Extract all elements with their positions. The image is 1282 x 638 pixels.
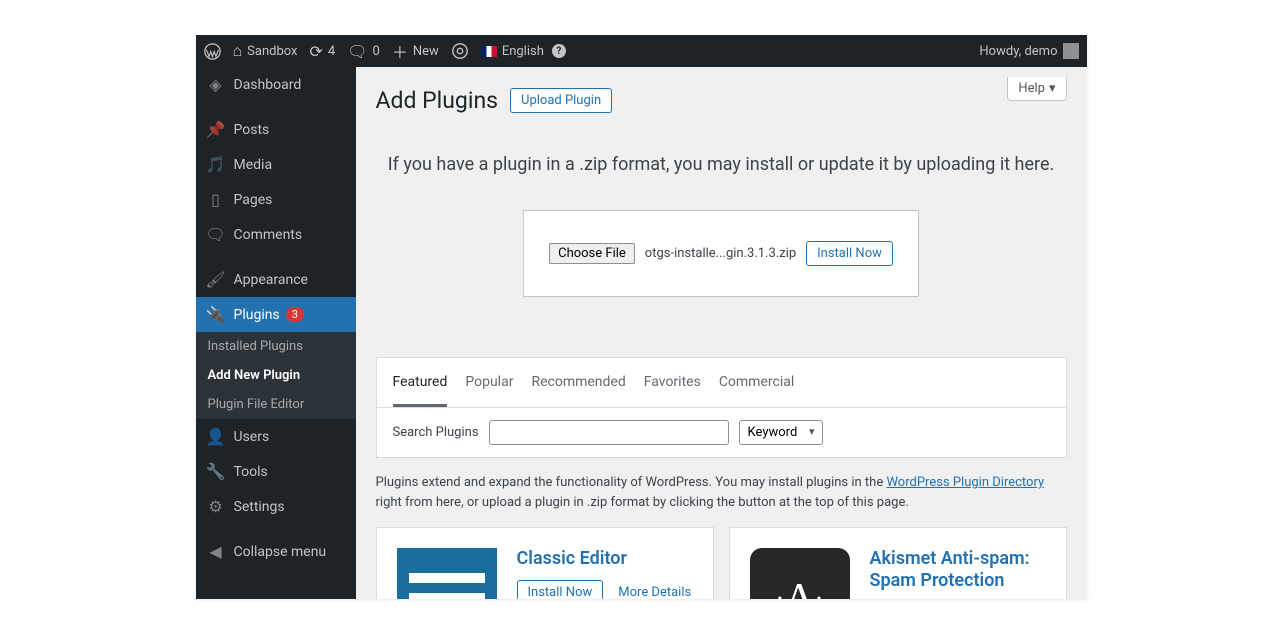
search-input[interactable]	[489, 420, 729, 445]
plugin-directory-link[interactable]: WordPress Plugin Directory	[886, 475, 1044, 490]
install-now-button[interactable]: Install Now	[517, 580, 604, 599]
plug-icon: 🔌	[206, 305, 226, 324]
admin-sidebar: ◈Dashboard 📌Posts 🎵Media ▯Pages 🗨Comment…	[196, 67, 356, 599]
page-title: Add Plugins	[376, 87, 499, 114]
user-icon: 👤	[206, 427, 226, 446]
tabs: Featured Popular Recommended Favorites C…	[377, 358, 1066, 408]
updates-link[interactable]: ⟳4	[310, 42, 336, 61]
classic-editor-icon	[397, 548, 497, 599]
menu-comments[interactable]: 🗨Comments	[196, 217, 356, 252]
menu-plugins[interactable]: 🔌Plugins3	[196, 297, 356, 332]
brush-icon: 🖌	[206, 270, 226, 289]
tab-favorites[interactable]: Favorites	[644, 358, 701, 407]
media-icon: 🎵	[206, 155, 226, 174]
plugin-title[interactable]: Akismet Anti-spam: Spam Protection	[870, 548, 1046, 591]
wpml-icon[interactable]	[451, 42, 469, 60]
submenu-plugin-editor[interactable]: Plugin File Editor	[196, 390, 356, 419]
upload-box: Choose File otgs-installe...gin.3.1.3.zi…	[523, 210, 919, 297]
menu-posts[interactable]: 📌Posts	[196, 112, 356, 147]
upload-instructions: If you have a plugin in a .zip format, y…	[376, 154, 1067, 175]
tab-featured[interactable]: Featured	[393, 358, 448, 407]
plugin-title[interactable]: Classic Editor	[517, 548, 693, 570]
menu-pages[interactable]: ▯Pages	[196, 182, 356, 217]
sliders-icon: ⚙	[206, 497, 226, 516]
search-label: Search Plugins	[393, 425, 479, 440]
home-icon: ⌂	[233, 41, 243, 61]
menu-collapse[interactable]: ◀Collapse menu	[196, 534, 356, 569]
directory-description: Plugins extend and expand the functional…	[376, 473, 1067, 512]
menu-media[interactable]: 🎵Media	[196, 147, 356, 182]
collapse-icon: ◀	[206, 542, 226, 561]
search-type-select[interactable]: Keyword	[739, 420, 823, 445]
plugin-cards: Classic Editor Install Now More Details …	[376, 527, 1067, 599]
site-name[interactable]: ⌂Sandbox	[233, 41, 298, 61]
refresh-icon: ⟳	[310, 42, 323, 61]
wrench-icon: 🔧	[206, 462, 226, 481]
dashboard-icon: ◈	[206, 75, 226, 94]
tab-commercial[interactable]: Commercial	[719, 358, 794, 407]
menu-tools[interactable]: 🔧Tools	[196, 454, 356, 489]
plugins-submenu: Installed Plugins Add New Plugin Plugin …	[196, 332, 356, 419]
content-area: Help▾ Add Plugins Upload Plugin If you h…	[356, 67, 1087, 599]
plugin-card-classic-editor: Classic Editor Install Now More Details …	[376, 527, 714, 599]
plus-icon: ＋	[392, 39, 408, 63]
plugin-card-akismet: ·A· Akismet Anti-spam: Spam Protection I…	[729, 527, 1067, 599]
install-now-button[interactable]: Install Now	[806, 241, 893, 266]
new-content[interactable]: ＋New	[392, 39, 439, 63]
menu-dashboard[interactable]: ◈Dashboard	[196, 67, 356, 102]
user-greeting[interactable]: Howdy, demo	[979, 43, 1078, 59]
wp-logo[interactable]	[204, 43, 221, 60]
submenu-installed-plugins[interactable]: Installed Plugins	[196, 332, 356, 361]
uk-flag-icon	[481, 46, 497, 57]
admin-bar: ⌂Sandbox ⟳4 🗨0 ＋New English? Howdy, demo	[196, 35, 1087, 67]
plugins-badge: 3	[286, 307, 304, 322]
filter-bar: Featured Popular Recommended Favorites C…	[376, 357, 1067, 458]
menu-users[interactable]: 👤Users	[196, 419, 356, 454]
tab-recommended[interactable]: Recommended	[531, 358, 625, 407]
upload-plugin-button[interactable]: Upload Plugin	[510, 88, 612, 113]
choose-file-button[interactable]: Choose File	[549, 243, 635, 264]
upload-panel: If you have a plugin in a .zip format, y…	[376, 124, 1067, 337]
comment-icon: 🗨	[347, 42, 367, 61]
submenu-add-new[interactable]: Add New Plugin	[196, 361, 356, 390]
akismet-icon: ·A·	[750, 548, 850, 599]
avatar-icon	[1063, 43, 1079, 59]
selected-file-name: otgs-installe...gin.3.1.3.zip	[645, 246, 796, 261]
menu-appearance[interactable]: 🖌Appearance	[196, 262, 356, 297]
menu-settings[interactable]: ⚙Settings	[196, 489, 356, 524]
tab-popular[interactable]: Popular	[465, 358, 513, 407]
comments-link[interactable]: 🗨0	[347, 42, 380, 61]
help-circle-icon: ?	[552, 44, 566, 58]
more-details-link[interactable]: More Details	[618, 585, 691, 599]
help-tab[interactable]: Help▾	[1007, 77, 1066, 101]
pin-icon: 📌	[206, 120, 226, 139]
page-icon: ▯	[206, 190, 226, 209]
chevron-down-icon: ▾	[1049, 81, 1056, 96]
comment-icon: 🗨	[206, 225, 226, 244]
wordpress-admin: ⌂Sandbox ⟳4 🗨0 ＋New English? Howdy, demo…	[196, 35, 1087, 599]
language-switcher[interactable]: English?	[481, 44, 566, 59]
